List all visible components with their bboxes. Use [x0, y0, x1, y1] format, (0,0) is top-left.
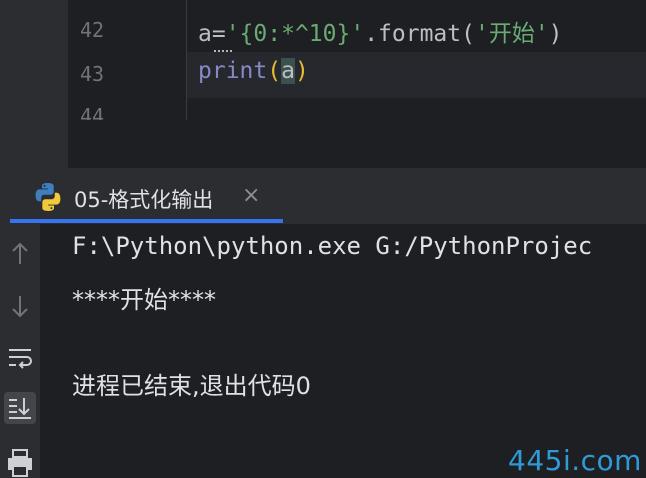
code-token: .format( — [364, 21, 475, 47]
soft-wrap-icon[interactable] — [4, 342, 36, 374]
editor-empty-area[interactable] — [68, 120, 646, 168]
code-string-token: '{0:*^10}' — [225, 21, 365, 47]
line-number: 44 — [80, 104, 105, 120]
scroll-to-end-icon[interactable] — [4, 392, 36, 424]
print-icon[interactable] — [4, 446, 36, 478]
console-line: F:\Python\python.exe G:/PythonProjec — [72, 232, 593, 260]
arrow-up-icon[interactable] — [4, 238, 36, 270]
arrow-down-icon[interactable] — [4, 290, 36, 322]
code-line-43[interactable]: print(a) — [198, 58, 309, 84]
console-line: ****开始**** — [72, 286, 216, 314]
python-logo-icon — [35, 183, 61, 211]
code-variable-token: a — [281, 58, 295, 84]
close-icon[interactable]: × — [242, 183, 260, 208]
console-line: 进程已结束,退出代码0 — [72, 372, 311, 400]
code-token: ) — [548, 21, 563, 47]
active-tab-indicator — [10, 219, 283, 223]
run-tab-title: 05-格式化输出 — [74, 188, 214, 212]
code-string-token: '开始' — [474, 21, 549, 47]
line-number: 43 — [80, 62, 105, 86]
code-builtin-token: print — [198, 58, 268, 84]
line-number: 42 — [80, 18, 105, 42]
watermark: 445i.com — [508, 444, 642, 477]
code-paren-token: ( — [267, 58, 282, 84]
code-line-42[interactable]: a='{0:*^10}'.format('开始') — [198, 14, 563, 48]
editor-left-strip — [0, 0, 68, 168]
code-paren-token: ) — [294, 58, 309, 84]
console-output[interactable] — [40, 224, 646, 478]
weak-warning-underline — [214, 44, 232, 52]
